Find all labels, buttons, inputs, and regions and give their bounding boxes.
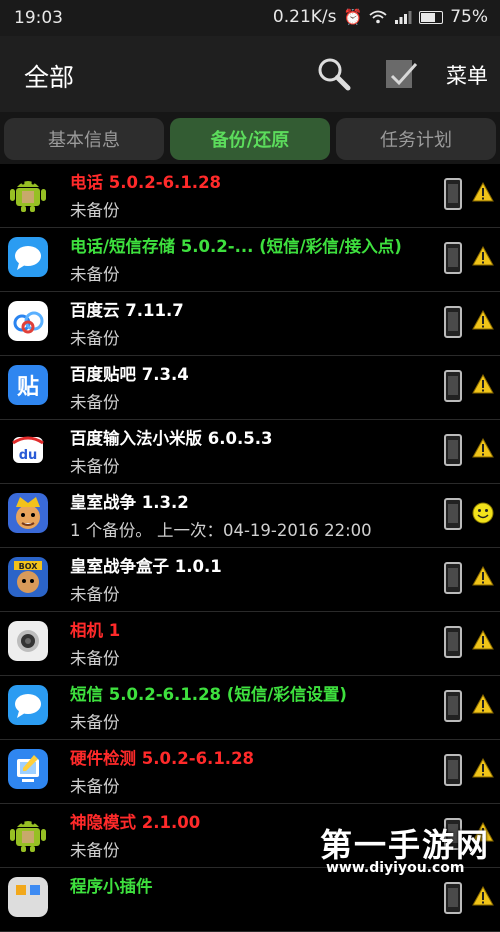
phone-storage-icon (444, 370, 462, 402)
search-icon[interactable] (316, 56, 352, 92)
status-time: 19:03 (14, 8, 63, 28)
page-title: 全部 (24, 63, 75, 92)
app-list: 电话 5.0.2-6.1.28 未备份 电话/短信存储 5.0.2-... (短信/… (0, 164, 500, 932)
warning-icon (472, 181, 494, 202)
status-right: 0.21K/s ⏰ 75% (273, 7, 488, 27)
sms-icon (8, 685, 48, 725)
app-name: 皇室战争 1.3.2 (70, 493, 189, 512)
warning-icon (472, 885, 494, 906)
app-name: 百度输入法小米版 6.0.5.3 (70, 429, 273, 448)
svg-text:贴: 贴 (17, 374, 39, 400)
camera-icon (8, 621, 48, 661)
tab-schedule[interactable]: 任务计划 (336, 118, 496, 160)
signal-icon (395, 11, 412, 24)
app-row[interactable]: 硬件检测 5.0.2-6.1.28 未备份 (0, 740, 500, 804)
phone-storage-icon (444, 434, 462, 466)
network-speed: 0.21K/s (272, 7, 337, 27)
app-row[interactable]: 百度云 7.11.7 未备份 (0, 292, 500, 356)
phone-storage-icon (444, 498, 462, 530)
backup-status-text: 未备份 (70, 265, 120, 284)
backup-status-text: 未备份 (70, 585, 120, 604)
warning-icon (472, 629, 494, 650)
app-name: 电话 5.0.2-6.1.28 (70, 173, 222, 192)
tieba-icon: 贴 (8, 365, 48, 405)
warning-icon (472, 565, 494, 586)
app-name: 百度贴吧 7.3.4 (70, 365, 189, 384)
phone-storage-icon (444, 306, 462, 338)
wifi-icon (369, 10, 387, 24)
app-name: 程序小插件 (70, 877, 153, 896)
backup-status-text: 未备份 (70, 201, 120, 220)
backup-status-text: 未备份 (70, 329, 120, 348)
app-name: 神隐模式 2.1.00 (70, 813, 201, 832)
backup-status-text: 未备份 (70, 649, 120, 668)
android-icon (8, 813, 48, 853)
svg-text:BOX: BOX (19, 562, 39, 571)
phone-storage-icon (444, 882, 462, 914)
app-row[interactable]: 电话 5.0.2-6.1.28 未备份 (0, 164, 500, 228)
menu-button[interactable]: 菜单 (446, 60, 488, 90)
app-name: 皇室战争盒子 1.0.1 (70, 557, 222, 576)
phone-storage-icon (444, 690, 462, 722)
app-row[interactable]: 皇室战争 1.3.2 1 个备份。 上一次：04-19-2016 22:00 (0, 484, 500, 548)
app-name: 硬件检测 5.0.2-6.1.28 (70, 749, 255, 768)
phone-storage-icon (444, 754, 462, 786)
watermark-url: www.diyiyou.com (326, 860, 465, 876)
backup-status-text: 未备份 (70, 841, 120, 860)
alarm-icon: ⏰ (343, 8, 363, 26)
android-icon (8, 173, 48, 213)
warning-icon (472, 245, 494, 266)
toolbar: 全部 菜单 (0, 36, 500, 112)
check-all-icon[interactable] (384, 56, 418, 92)
message-icon (8, 237, 48, 277)
app-name: 短信 5.0.2-6.1.28 (短信/彩信设置) (70, 685, 347, 704)
app-name: 相机 1 (70, 621, 121, 640)
warning-icon (472, 757, 494, 778)
battery-percent: 75% (450, 7, 488, 27)
baidu-cloud-icon (8, 301, 48, 341)
game-box-icon: BOX (8, 557, 48, 597)
warning-icon (472, 693, 494, 714)
clash-royale-icon (8, 493, 48, 533)
backup-status-text: 1 个备份。 上一次：04-19-2016 22:00 (70, 521, 372, 540)
status-bar: 19:03 0.21K/s ⏰ 75% (0, 0, 500, 36)
smiley-icon (472, 502, 494, 524)
app-row[interactable]: 电话/短信存储 5.0.2-... (短信/彩信/接入点) 未备份 (0, 228, 500, 292)
phone-storage-icon (444, 178, 462, 210)
backup-status-text: 未备份 (70, 713, 120, 732)
app-row[interactable]: 相机 1 未备份 (0, 612, 500, 676)
app-row[interactable]: 贴 百度贴吧 7.3.4 未备份 (0, 356, 500, 420)
phone-storage-icon (444, 626, 462, 658)
app-row[interactable]: 短信 5.0.2-6.1.28 (短信/彩信设置) 未备份 (0, 676, 500, 740)
baidu-input-icon: du (8, 429, 48, 469)
phone-storage-icon (444, 562, 462, 594)
backup-status-text: 未备份 (70, 393, 120, 412)
tab-basic-info[interactable]: 基本信息 (4, 118, 164, 160)
battery-icon (419, 10, 444, 24)
app-row[interactable]: BOX 皇室战争盒子 1.0.1 未备份 (0, 548, 500, 612)
watermark: 第一手游网 www.diyiyou.com (320, 820, 492, 886)
warning-icon (472, 437, 494, 458)
warning-icon (472, 373, 494, 394)
backup-status-text: 未备份 (70, 457, 120, 476)
warning-icon (472, 309, 494, 330)
app-row[interactable]: du 百度输入法小米版 6.0.5.3 未备份 (0, 420, 500, 484)
phone-storage-icon (444, 242, 462, 274)
hardware-test-icon (8, 749, 48, 789)
svg-text:du: du (19, 448, 38, 463)
backup-status-text: 未备份 (70, 777, 120, 796)
tab-bar: 基本信息 备份/还原 任务计划 (0, 112, 500, 164)
app-name: 百度云 7.11.7 (70, 301, 184, 320)
tab-backup-restore[interactable]: 备份/还原 (170, 118, 330, 160)
app-name: 电话/短信存储 5.0.2-... (短信/彩信/接入点) (70, 237, 402, 256)
widget-icon (8, 877, 48, 917)
